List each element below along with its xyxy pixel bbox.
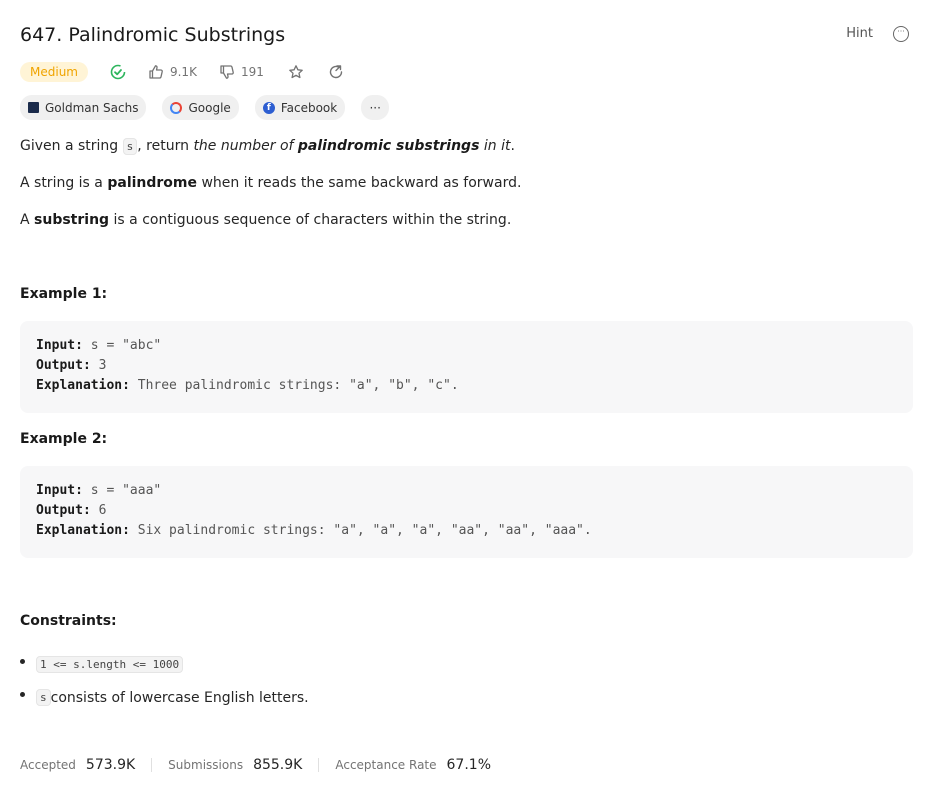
example-1-input: Input: s = "abc" — [36, 338, 162, 353]
description-p3: A substring is a contiguous sequence of … — [20, 212, 512, 228]
example-2-explanation: Explanation: Six palindromic strings: "a… — [36, 523, 592, 538]
tag-google[interactable]: Google — [162, 95, 239, 120]
problem-title: 647. Palindromic Substrings — [20, 24, 286, 46]
tag-label: Google — [188, 100, 231, 115]
share-button[interactable] — [328, 64, 344, 80]
acceptance-rate-label: Acceptance Rate — [335, 758, 437, 772]
list-item: s consists of lowercase English letters. — [20, 681, 309, 714]
accepted-label: Accepted — [20, 758, 76, 772]
thumbs-down-icon — [220, 65, 234, 79]
google-logo-icon — [170, 101, 183, 114]
description-p2: A string is a palindrome when it reads t… — [20, 175, 522, 191]
solved-status — [110, 64, 126, 80]
example-2-input: Input: s = "aaa" — [36, 483, 162, 498]
description-p1: Given a string s, return the number of p… — [20, 138, 515, 155]
share-icon — [329, 65, 343, 79]
list-item: 1 <= s.length <= 1000 — [20, 648, 309, 681]
thumbs-up-icon — [149, 65, 163, 79]
meta-row: Medium 9.1K 191 — [20, 60, 344, 84]
submissions-label: Submissions — [168, 758, 244, 772]
more-options-icon[interactable]: ··· — [893, 26, 909, 42]
inline-code: s — [122, 138, 138, 155]
constraints-heading: Constraints: — [20, 613, 117, 629]
favorite-button[interactable] — [288, 64, 304, 80]
example-1-heading: Example 1: — [20, 286, 108, 302]
example-1-box: Input: s = "abc" Output: 3 Explanation: … — [20, 321, 913, 413]
dislike-button[interactable]: 191 — [219, 64, 264, 80]
accepted-value: 573.9K — [85, 757, 136, 773]
goldman-sachs-logo-icon — [28, 102, 39, 113]
company-tags: Goldman Sachs Google f Facebook ··· — [20, 95, 390, 120]
hint-button[interactable]: Hint — [846, 26, 873, 41]
example-1-explanation: Explanation: Three palindromic strings: … — [36, 378, 459, 393]
star-icon — [288, 65, 303, 79]
difficulty-badge: Medium — [20, 62, 88, 82]
example-1-output: Output: 3 — [36, 358, 107, 373]
divider — [151, 758, 153, 772]
example-2-heading: Example 2: — [20, 431, 108, 447]
tag-label: Goldman Sachs — [45, 100, 139, 115]
like-count: 9.1K — [169, 65, 197, 79]
dislike-count: 191 — [240, 65, 264, 79]
title-row: 647. Palindromic Substrings Hint ··· — [20, 22, 913, 48]
like-button[interactable]: 9.1K — [148, 64, 197, 80]
tag-facebook[interactable]: f Facebook — [254, 95, 346, 120]
constraints-list: 1 <= s.length <= 1000 s consists of lowe… — [20, 648, 309, 714]
tag-goldman-sachs[interactable]: Goldman Sachs — [20, 95, 147, 120]
submissions-value: 855.9K — [253, 757, 303, 773]
example-2-output: Output: 6 — [36, 503, 107, 518]
more-tags-button[interactable]: ··· — [361, 95, 390, 120]
hint-label: Hint — [846, 26, 873, 41]
divider — [318, 758, 320, 772]
tag-label: Facebook — [280, 100, 338, 115]
facebook-logo-icon: f — [262, 101, 275, 114]
example-2-box: Input: s = "aaa" Output: 6 Explanation: … — [20, 466, 913, 558]
acceptance-rate-value: 67.1% — [446, 757, 491, 773]
solved-check-icon — [110, 64, 126, 80]
stats-bar: Accepted 573.9K Submissions 855.9K Accep… — [20, 757, 491, 773]
